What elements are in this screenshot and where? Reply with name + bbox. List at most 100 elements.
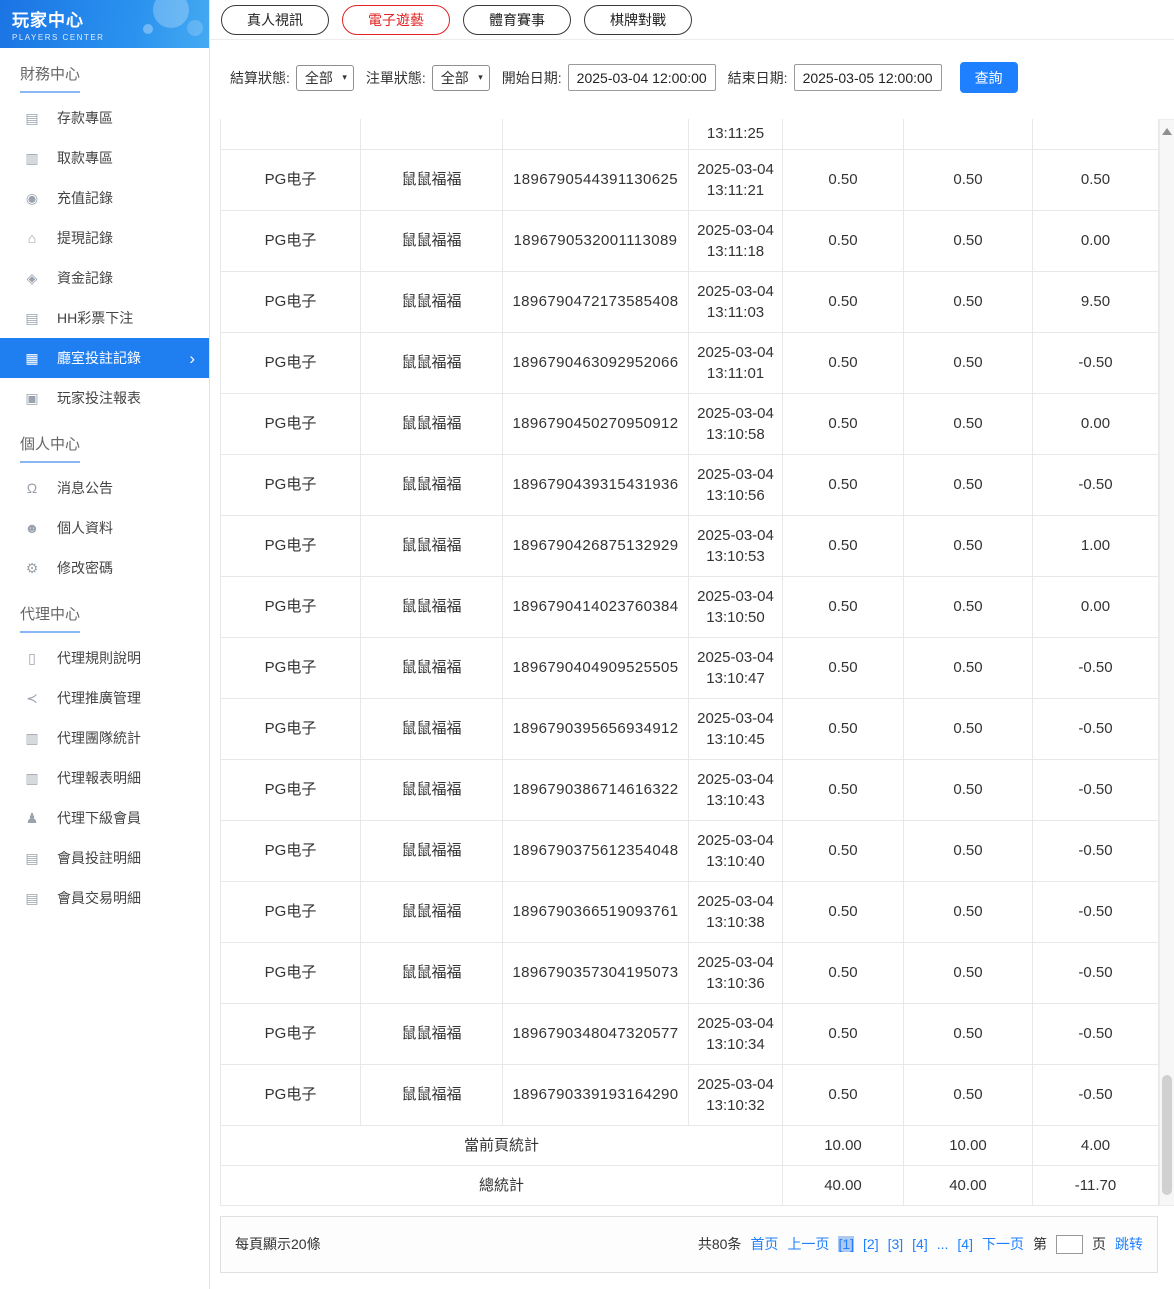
sidebar-item-deposit[interactable]: ▤ 存款專區	[0, 98, 209, 138]
sidebar-item-announcements[interactable]: Ω 消息公告	[0, 468, 209, 508]
cell-win-loss: -0.50	[1032, 1002, 1159, 1065]
sidebar-item-label: 廳室投註記錄	[57, 350, 141, 366]
settle-status-select[interactable]: 全部 ▾	[295, 64, 354, 91]
cell-bet-amount: 0.50	[782, 514, 904, 577]
pagination: 共80条 首页 上一页 [1] [2] [3] [4]... [4] 下一页 第 页 跳…	[698, 1234, 1143, 1254]
page-link[interactable]: [4]	[912, 1236, 928, 1252]
cell-bet-time: 2025-03-04 13:10:36	[688, 941, 783, 1004]
pagination-bar: 每頁顯示20條 共80条 首页 上一页 [1] [2] [3] [4]... [4] 下…	[220, 1215, 1158, 1273]
page-link[interactable]: [3]	[888, 1236, 904, 1252]
first-page-link[interactable]: 首页	[750, 1234, 778, 1254]
settle-status-label: 結算狀態:	[230, 69, 290, 86]
summary-label: 當前頁統計	[220, 1124, 783, 1166]
summary-value: 40.00	[782, 1164, 904, 1206]
cell-valid-bet: 0.50	[903, 1002, 1033, 1065]
sidebar-item-player-bet-report[interactable]: ▣ 玩家投注報表	[0, 378, 209, 418]
filter-bar: 結算狀態: 全部 ▾ 注單狀態: 全部 ▾ 開始日期: 結束日期: 查詢	[210, 40, 1174, 119]
jump-page-input[interactable]	[1056, 1234, 1083, 1254]
page-ellipsis: ...	[936, 1236, 949, 1252]
search-button[interactable]: 查詢	[959, 62, 1018, 93]
sidebar-item-funds-records[interactable]: ◈ 資金記錄	[0, 258, 209, 298]
page-link[interactable]: [2]	[863, 1236, 879, 1252]
sidebar-item-member-bet-detail[interactable]: ▤ 會員投註明細	[0, 838, 209, 878]
sidebar-item-agent-sub-members[interactable]: ♟ 代理下級會員	[0, 798, 209, 838]
chevron-right-icon: ›	[189, 348, 195, 368]
cell-valid-bet: 0.50	[903, 331, 1033, 394]
sidebar-item-agent-promotion[interactable]: ≺ 代理推廣管理	[0, 678, 209, 718]
cell-win-loss: 0.50	[1032, 148, 1159, 211]
cell-game-name: 鼠鼠福福	[360, 697, 503, 760]
cell-provider: PG电子	[220, 331, 361, 394]
sidebar-item-profile[interactable]: ☻ 個人資料	[0, 508, 209, 548]
summary-row-current-page: 當前頁統計 10.00 10.00 4.00	[220, 1124, 1159, 1166]
cell-provider: PG电子	[220, 270, 361, 333]
cell-order-id: 1896790450270950912	[502, 392, 689, 455]
order-status-select[interactable]: 全部 ▾	[431, 64, 490, 91]
tab-live-casino[interactable]: 真人視訊	[221, 5, 329, 35]
cell-valid-bet: 0.50	[903, 270, 1033, 333]
user-icon: ☻	[24, 520, 40, 536]
sidebar-item-agent-rules[interactable]: ▯ 代理規則說明	[0, 638, 209, 678]
cell-win-loss	[1032, 119, 1159, 150]
end-date-input[interactable]	[793, 64, 942, 91]
tab-sports[interactable]: 體育賽事	[463, 5, 571, 35]
cell-bet-time: 2025-03-04 13:11:21	[688, 148, 783, 211]
jump-button[interactable]: 跳转	[1115, 1234, 1143, 1254]
scroll-up-arrow-icon[interactable]	[1162, 128, 1172, 135]
cell-provider: PG电子	[220, 636, 361, 699]
cell-bet-time: 2025-03-04 13:10:58	[688, 392, 783, 455]
sidebar-item-hh-lottery-bets[interactable]: ▤ HH彩票下注	[0, 298, 209, 338]
cell-bet-amount: 0.50	[782, 270, 904, 333]
sidebar-item-withdraw[interactable]: ▥ 取款專區	[0, 138, 209, 178]
order-status-value: 全部	[440, 69, 469, 86]
prev-page-link[interactable]: 上一页	[787, 1234, 829, 1254]
cell-bet-amount: 0.50	[782, 819, 904, 882]
next-page-link[interactable]: 下一页	[982, 1234, 1024, 1254]
sidebar-item-hall-bet-records[interactable]: ▦ 廳室投註記錄 ›	[0, 338, 209, 378]
sidebar-item-agent-team-stats[interactable]: ▥ 代理團隊統計	[0, 718, 209, 758]
table-scrollbar[interactable]	[1159, 119, 1174, 1206]
cell-bet-time: 13:11:25	[688, 119, 783, 150]
page-link[interactable]: [4]	[957, 1236, 973, 1252]
sidebar-item-recharge-records[interactable]: ◉ 充值記錄	[0, 178, 209, 218]
cell-win-loss: 1.00	[1032, 514, 1159, 577]
cell-game-name: 鼠鼠福福	[360, 1063, 503, 1126]
cell-valid-bet: 0.50	[903, 453, 1033, 516]
cell-game-name: 鼠鼠福福	[360, 270, 503, 333]
sidebar-item-member-transaction-detail[interactable]: ▤ 會員交易明細	[0, 878, 209, 918]
page-link[interactable]: [1]	[838, 1236, 855, 1252]
cell-win-loss: -0.50	[1032, 331, 1159, 394]
cell-bet-amount: 0.50	[782, 1063, 904, 1126]
scrollbar-thumb[interactable]	[1162, 1074, 1172, 1195]
cell-win-loss: 0.00	[1032, 392, 1159, 455]
summary-value: -11.70	[1032, 1164, 1159, 1206]
start-date-input[interactable]	[567, 64, 716, 91]
cell-order-id: 1896790386714616322	[502, 758, 689, 821]
sidebar-item-label: 充值記錄	[57, 190, 113, 206]
order-status-label: 注單狀態:	[365, 69, 426, 86]
cell-game-name: 鼠鼠福福	[360, 1002, 503, 1065]
cell-order-id: 1896790439315431936	[502, 453, 689, 516]
jump-suffix-label: 页	[1092, 1236, 1106, 1252]
cell-bet-amount: 0.50	[782, 392, 904, 455]
summary-row-total: 總統計 40.00 40.00 -11.70	[220, 1164, 1159, 1206]
ledger-icon: ▥	[25, 769, 39, 786]
summary-label: 總統計	[220, 1164, 783, 1206]
sidebar-item-cashout-records[interactable]: ⌂ 提現記錄	[0, 218, 209, 258]
sidebar-item-label: 存款專區	[57, 110, 113, 126]
sidebar-item-change-password[interactable]: ⚙ 修改密碼	[0, 548, 209, 588]
cell-win-loss: -0.50	[1032, 453, 1159, 516]
tab-board-games[interactable]: 棋牌對戰	[584, 5, 692, 35]
section-title: 財務中心	[0, 48, 209, 98]
sidebar-item-label: 資金記錄	[57, 270, 113, 286]
cell-win-loss: 0.00	[1032, 575, 1159, 638]
tab-electronic-games[interactable]: 電子遊藝	[342, 5, 450, 35]
cell-bet-time: 2025-03-04 13:10:53	[688, 514, 783, 577]
cell-bet-amount: 0.50	[782, 1002, 904, 1065]
cell-provider: PG电子	[220, 941, 361, 1004]
cell-order-id: 1896790375612354048	[502, 819, 689, 882]
cell-valid-bet: 0.50	[903, 697, 1033, 760]
sidebar-item-agent-report-detail[interactable]: ▥ 代理報表明細	[0, 758, 209, 798]
cell-bet-time: 2025-03-04 13:10:45	[688, 697, 783, 760]
cell-game-name: 鼠鼠福福	[360, 575, 503, 638]
